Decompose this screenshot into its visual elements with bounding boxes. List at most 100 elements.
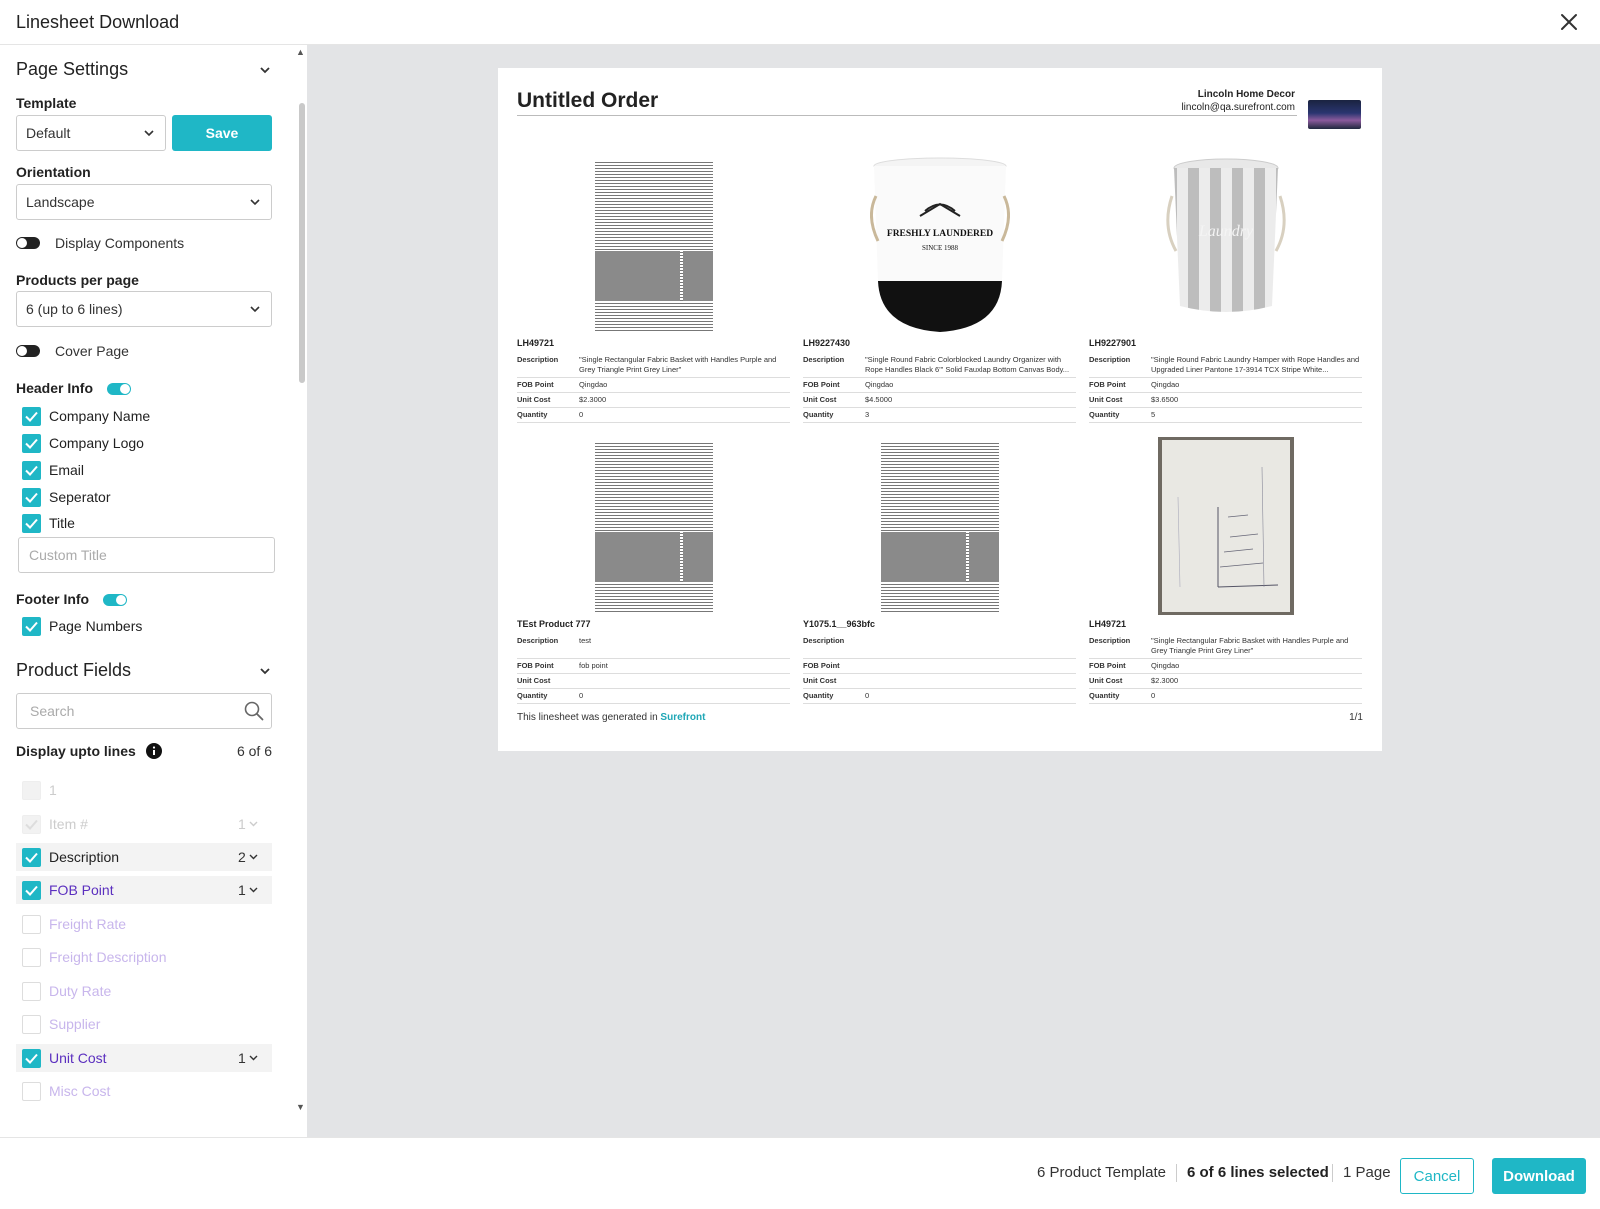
orientation-select[interactable]: Landscape (16, 184, 272, 220)
display-components-toggle[interactable] (16, 237, 40, 249)
field-lines-select: 1 (238, 816, 272, 832)
product-sku: LH49721 (1089, 619, 1127, 629)
checkbox-unchecked[interactable] (22, 1014, 41, 1034)
checkbox-checked[interactable] (22, 460, 41, 480)
field-name: Freight Rate (49, 916, 127, 932)
dialog-titlebar: Linesheet Download (0, 0, 1600, 45)
scroll-down-icon[interactable]: ▼ (296, 1102, 305, 1112)
chevron-down-icon[interactable] (258, 63, 272, 77)
field-row-duty-rate[interactable]: Duty Rate (16, 977, 272, 1005)
product-fields-heading[interactable]: Product Fields (16, 660, 131, 681)
field-label: Quantity (803, 688, 865, 704)
field-value: "Single Round Fabric Colorblocked Laundr… (865, 353, 1076, 378)
display-lines-label: Display upto lines (16, 743, 162, 759)
header-item-label: Seperator (49, 489, 111, 505)
checkbox-checked[interactable] (22, 487, 41, 507)
field-value: $4.5000 (865, 392, 1076, 408)
scroll-up-icon[interactable]: ▲ (296, 47, 305, 57)
field-name: Description (49, 849, 120, 865)
check-icon (25, 438, 38, 449)
check-icon (25, 518, 38, 529)
template-select[interactable]: Default (16, 115, 166, 151)
display-lines-count: 6 of 6 (236, 743, 272, 759)
header-item-company-name[interactable]: Company Name (22, 405, 150, 427)
header-info-toggle[interactable] (106, 383, 131, 396)
header-item-title[interactable]: Title (22, 512, 75, 534)
field-label: FOB Point (803, 658, 865, 674)
cover-page-toggle[interactable] (16, 345, 40, 357)
checkbox-unchecked[interactable] (22, 914, 41, 934)
product-fields-table: Description test FOB Point fob point Unit … (517, 634, 790, 704)
field-row-unit-cost[interactable]: Unit Cost 1 (16, 1044, 272, 1072)
field-row-misc-cost[interactable]: Misc Cost (16, 1077, 272, 1105)
field-name: FOB Point (49, 882, 114, 898)
footer-item-page-numbers[interactable]: Page Numbers (22, 615, 142, 637)
checkbox-checked[interactable] (22, 433, 41, 453)
close-icon[interactable] (1558, 11, 1580, 33)
save-template-button[interactable]: Save (172, 115, 272, 151)
hamper-image: FRESHLY LAUNDERED SINCE 1988 (869, 157, 1010, 332)
checkbox-checked[interactable] (22, 406, 41, 426)
field-search-input[interactable] (16, 693, 272, 729)
field-row-freight-description[interactable]: Freight Description (16, 943, 272, 971)
checkbox-checked[interactable] (22, 1048, 41, 1068)
display-components-toggle-row[interactable]: Display Components (16, 233, 184, 253)
product-sku: LH49721 (517, 338, 555, 348)
field-label: FOB Point (517, 658, 579, 674)
search-icon[interactable] (244, 701, 264, 721)
info-icon[interactable] (145, 743, 162, 759)
products-per-page-value: 6 (up to 6 lines) (26, 301, 123, 317)
product-fields-table: Description FOB Point Unit Cost Quantity… (803, 634, 1076, 704)
cover-page-label: Cover Page (55, 343, 129, 359)
lines-selected-info: 6 of 6 lines selected (1187, 1164, 1329, 1181)
field-row-freight-rate[interactable]: Freight Rate (16, 910, 272, 938)
product-fields-table: Description "Single Round Fabric Colorblo… (803, 353, 1076, 423)
sidebar-scrollbar[interactable] (299, 103, 305, 383)
cancel-button[interactable]: Cancel (1400, 1158, 1474, 1194)
hamper-image: Laundry (1165, 158, 1286, 312)
field-label: Unit Cost (1089, 392, 1151, 408)
checkbox-unchecked[interactable] (22, 947, 41, 967)
field-row-fob-point[interactable]: FOB Point 1 (16, 876, 272, 904)
custom-title-input[interactable] (18, 537, 275, 573)
checkbox-unchecked[interactable] (22, 1081, 41, 1101)
checkbox-checked[interactable] (22, 513, 41, 533)
field-row-description[interactable]: Description 2 (16, 843, 272, 871)
field-value (865, 658, 1076, 674)
download-button[interactable]: Download (1492, 1158, 1586, 1194)
page-settings-heading[interactable]: Page Settings (16, 59, 128, 80)
field-lines-select[interactable]: 2 (238, 849, 272, 865)
field-value: Qingdao (1151, 658, 1362, 674)
checkbox-checked[interactable] (22, 616, 41, 636)
header-item-company-logo[interactable]: Company Logo (22, 432, 144, 454)
chevron-down-icon[interactable] (258, 664, 272, 678)
checkbox-unchecked[interactable] (22, 981, 41, 1001)
dialog-title: Linesheet Download (16, 12, 180, 32)
field-label: Unit Cost (803, 673, 865, 689)
product-image: Laundry (1089, 156, 1362, 336)
product-sku: Y1075.1__963bfc (803, 619, 876, 629)
header-item-email[interactable]: Email (22, 459, 84, 481)
field-label: Description (1089, 634, 1151, 659)
field-row-supplier[interactable]: Supplier (16, 1010, 272, 1038)
checkbox-checked[interactable] (22, 847, 41, 867)
footer-info-toggle[interactable] (103, 594, 127, 607)
chevron-down-icon (250, 306, 260, 313)
field-value: Qingdao (1151, 377, 1362, 393)
product-image (803, 437, 1076, 617)
field-lines-select[interactable]: 1 (238, 1050, 272, 1066)
field-label: Unit Cost (517, 673, 579, 689)
field-label: Unit Cost (1089, 673, 1151, 689)
check-icon (25, 411, 38, 422)
checkbox-checked[interactable] (22, 880, 41, 900)
products-per-page-select[interactable]: 6 (up to 6 lines) (16, 291, 272, 327)
field-label: FOB Point (1089, 377, 1151, 393)
header-info-text: Header Info (16, 380, 94, 396)
surefront-link[interactable]: Surefront (660, 712, 705, 723)
cover-page-toggle-row[interactable]: Cover Page (16, 341, 129, 361)
header-item-separator[interactable]: Seperator (22, 486, 110, 508)
field-lines-select[interactable]: 1 (238, 882, 272, 898)
footer-info-text: Footer Info (16, 591, 90, 607)
header-info-label: Header Info (16, 380, 131, 396)
field-row: 1 (16, 776, 272, 804)
